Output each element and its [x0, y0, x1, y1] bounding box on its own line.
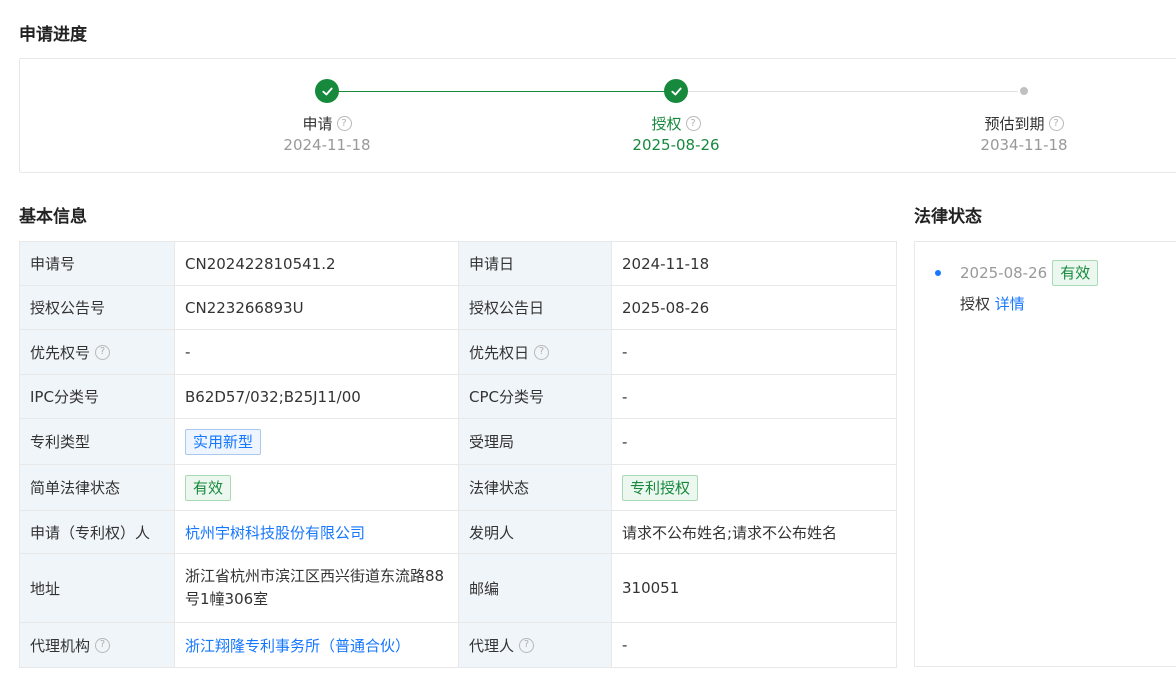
- step-label: 申请: [302, 115, 333, 133]
- field-label: 简单法律状态: [19, 464, 175, 511]
- check-circle-icon: [664, 79, 688, 103]
- step-label: 预估到期: [984, 115, 1045, 133]
- progress-step-expiry: 预估到期? 2034-11-18: [914, 79, 1134, 154]
- field-value: B62D57/032;B25J11/00: [174, 374, 459, 419]
- legal-timeline-item: 2025-08-26 有效 授权 详情: [935, 260, 1099, 314]
- help-icon[interactable]: ?: [95, 344, 111, 360]
- field-value-cell: 杭州宇树科技股份有限公司: [174, 510, 459, 554]
- field-label: 邮编: [458, 553, 612, 623]
- progress-card: 申请? 2024-11-18 授权? 2025-08-26 预估到期? 2034…: [19, 58, 1176, 173]
- progress-section-title: 申请进度: [19, 25, 87, 45]
- applicant-link[interactable]: 杭州宇树科技股份有限公司: [185, 524, 365, 542]
- detail-link[interactable]: 详情: [995, 295, 1025, 313]
- field-label: 受理局: [458, 418, 612, 465]
- table-row: 授权公告号 CN223266893U 授权公告日 2025-08-26: [19, 285, 897, 330]
- field-value-cell: 浙江翔隆专利事务所（普通合伙）: [174, 622, 459, 668]
- field-value: CN223266893U: [174, 285, 459, 330]
- help-icon[interactable]: ?: [95, 637, 111, 653]
- step-date: 2024-11-18: [283, 136, 371, 154]
- field-value: -: [611, 329, 897, 375]
- field-label: 代理人: [469, 636, 515, 655]
- help-icon[interactable]: ?: [336, 116, 352, 131]
- field-value: 2024-11-18: [611, 241, 897, 286]
- field-label: 申请号: [19, 241, 175, 286]
- field-value: 浙江省杭州市滨江区西兴街道东流路88号1幢306室: [174, 553, 459, 623]
- field-label: 申请日: [458, 241, 612, 286]
- help-icon[interactable]: ?: [685, 116, 701, 131]
- field-value-cell: 实用新型: [174, 418, 459, 465]
- field-label-cell: 代理人?: [458, 622, 612, 668]
- field-value: -: [611, 418, 897, 465]
- timeline-dot-icon: [935, 270, 941, 276]
- basic-info-title: 基本信息: [19, 207, 87, 227]
- table-row: 简单法律状态 有效 法律状态 专利授权: [19, 464, 897, 511]
- help-icon[interactable]: ?: [519, 637, 535, 653]
- basic-info-table: 申请号 CN202422810541.2 申请日 2024-11-18 授权公告…: [19, 241, 897, 668]
- field-label: 申请（专利权）人: [19, 510, 175, 554]
- progress-step-apply: 申请? 2024-11-18: [217, 79, 437, 154]
- field-value: CN202422810541.2: [174, 241, 459, 286]
- progress-step-grant: 授权? 2025-08-26: [566, 79, 786, 154]
- table-row: 优先权号? - 优先权日? -: [19, 329, 897, 375]
- field-label: CPC分类号: [458, 374, 612, 419]
- status-badge: 有效: [185, 474, 232, 501]
- field-label: 授权公告号: [19, 285, 175, 330]
- field-value: -: [174, 329, 459, 375]
- field-label: 发明人: [458, 510, 612, 554]
- field-label: 授权公告日: [458, 285, 612, 330]
- field-label: 法律状态: [458, 464, 612, 511]
- field-label: 优先权日: [469, 343, 530, 362]
- field-value-cell: 有效: [174, 464, 459, 511]
- table-row: 代理机构? 浙江翔隆专利事务所（普通合伙） 代理人? -: [19, 622, 897, 668]
- legal-status-title: 法律状态: [914, 207, 982, 227]
- table-row: 地址 浙江省杭州市滨江区西兴街道东流路88号1幢306室 邮编 310051: [19, 553, 897, 623]
- field-label: 地址: [19, 553, 175, 623]
- patent-type-tag: 实用新型: [185, 428, 262, 455]
- step-date: 2025-08-26: [632, 136, 720, 154]
- table-row: 申请号 CN202422810541.2 申请日 2024-11-18: [19, 241, 897, 286]
- field-value-cell: 专利授权: [611, 464, 897, 511]
- pending-dot-icon: [1020, 87, 1028, 95]
- legal-event-date: 2025-08-26: [960, 264, 1048, 282]
- field-label: 代理机构: [30, 636, 91, 655]
- table-row: IPC分类号 B62D57/032;B25J11/00 CPC分类号 -: [19, 374, 897, 419]
- agency-link[interactable]: 浙江翔隆专利事务所（普通合伙）: [185, 637, 410, 655]
- field-label: 专利类型: [19, 418, 175, 465]
- legal-status-card: 2025-08-26 有效 授权 详情: [914, 241, 1176, 667]
- field-value: -: [611, 374, 897, 419]
- field-label-cell: 代理机构?: [19, 622, 175, 668]
- check-circle-icon: [315, 79, 339, 103]
- legal-event-name: 授权: [960, 295, 991, 313]
- help-icon[interactable]: ?: [534, 344, 550, 360]
- step-date: 2034-11-18: [980, 136, 1068, 154]
- field-value: 2025-08-26: [611, 285, 897, 330]
- table-row: 申请（专利权）人 杭州宇树科技股份有限公司 发明人 请求不公布姓名;请求不公布姓…: [19, 510, 897, 554]
- field-value: 请求不公布姓名;请求不公布姓名: [611, 510, 897, 554]
- status-badge: 有效: [1052, 260, 1099, 286]
- field-label: IPC分类号: [19, 374, 175, 419]
- table-row: 专利类型 实用新型 受理局 -: [19, 418, 897, 465]
- field-label: 优先权号: [30, 343, 91, 362]
- field-label-cell: 优先权号?: [19, 329, 175, 375]
- step-label: 授权: [651, 115, 682, 133]
- field-value: 310051: [611, 553, 897, 623]
- help-icon[interactable]: ?: [1048, 116, 1064, 131]
- legal-status-badge: 专利授权: [622, 474, 699, 501]
- field-label-cell: 优先权日?: [458, 329, 612, 375]
- field-value: -: [611, 622, 897, 668]
